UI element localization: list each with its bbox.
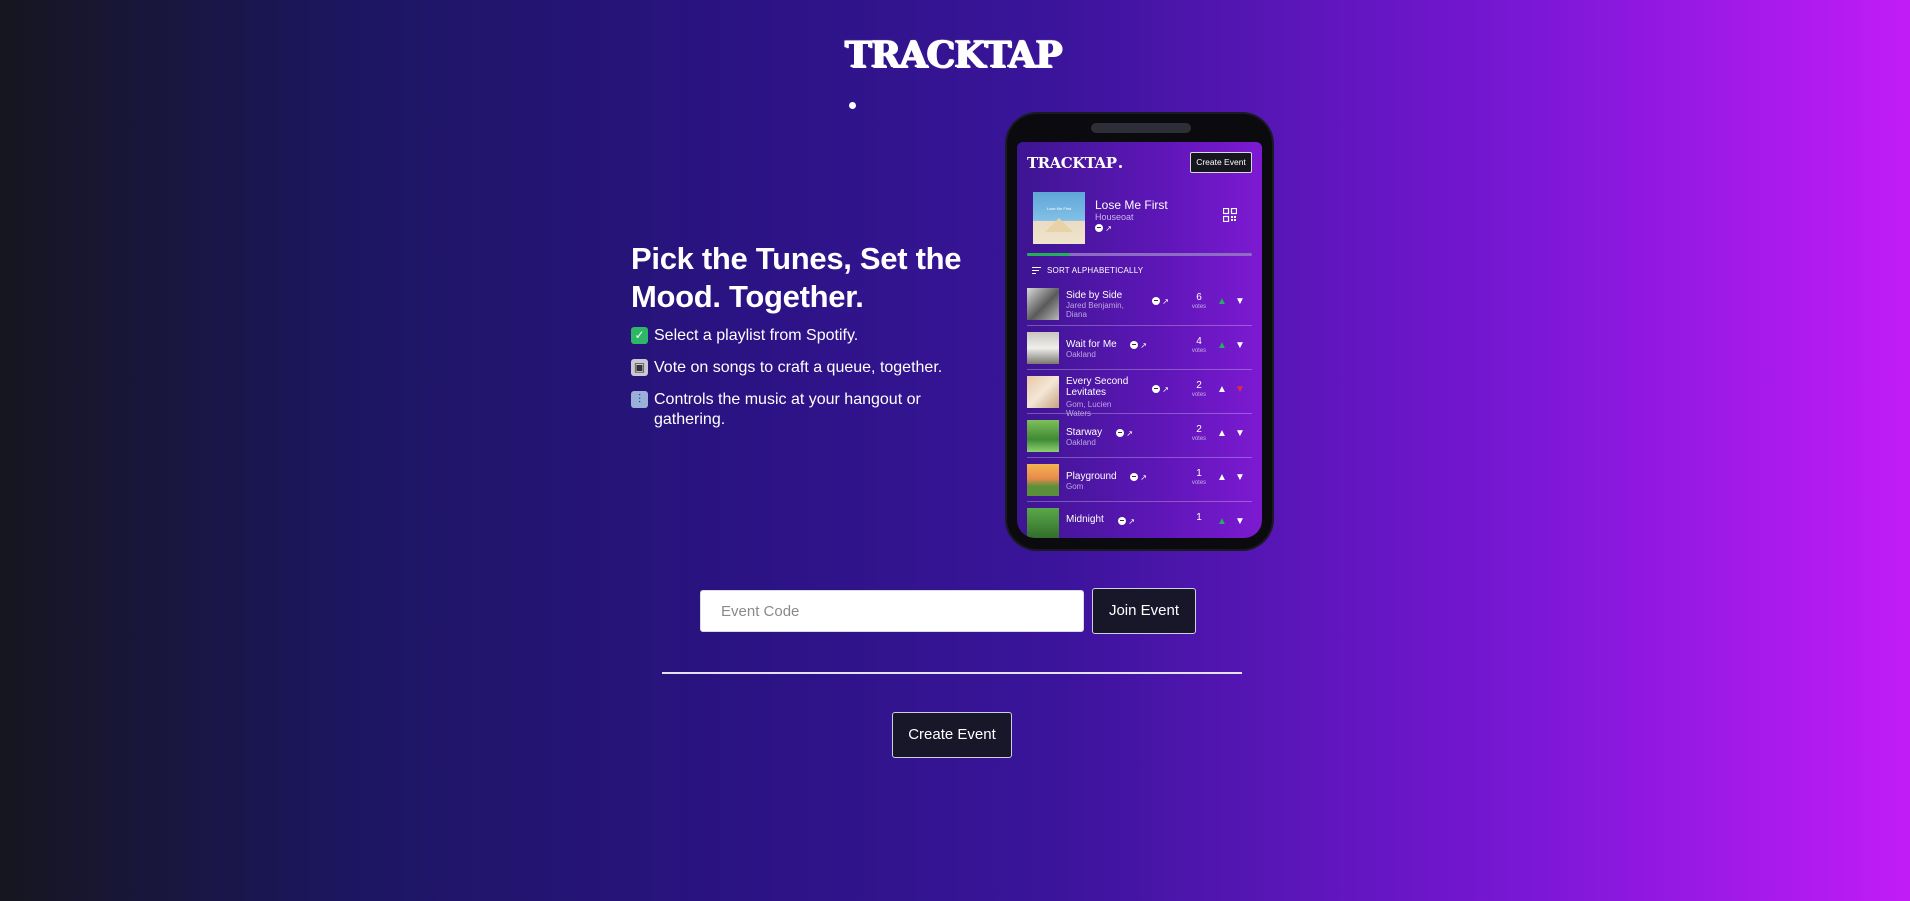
control-knobs-emoji-icon: ⫶ — [631, 391, 648, 408]
track-thumbnail — [1027, 332, 1059, 364]
track-thumbnail — [1027, 464, 1059, 496]
track-artist: Oakland — [1066, 438, 1096, 447]
phone-screen: TRACKTAP Create Event Lose Me First Lose… — [1017, 142, 1262, 538]
track-row: Starway Oakland ↗ 2 votes ▲ ▼ — [1027, 414, 1252, 458]
event-code-input[interactable] — [700, 590, 1084, 632]
thumbs-down-icon[interactable]: ▼ — [1235, 516, 1245, 527]
vote-count: 4 votes — [1191, 336, 1207, 354]
now-playing-card: Lose Me First Lose Me First Houseoat ↗ — [1017, 184, 1262, 252]
join-event-button[interactable]: Join Event — [1092, 588, 1196, 634]
tracktap-logo: TRACKTAP — [845, 34, 1065, 109]
vote-count: 1 votes — [1191, 468, 1207, 486]
track-row: Midnight ↗ 1 ▲ ▼ — [1027, 502, 1252, 538]
feature-text: Vote on songs to craft a queue, together… — [654, 359, 943, 376]
spotify-link[interactable]: ↗ — [1152, 297, 1169, 306]
spotify-icon — [1095, 224, 1103, 232]
album-art: Lose Me First — [1033, 192, 1085, 244]
thumbs-up-icon[interactable]: ▲ — [1217, 516, 1227, 527]
phone-notch — [1091, 123, 1191, 133]
thumbs-up-icon[interactable]: ▲ — [1217, 384, 1227, 395]
track-row: Side by Side Jared Benjamin, Diana ↗ 6 vo… — [1027, 282, 1252, 326]
track-artist: Jared Benjamin, Diana — [1066, 301, 1124, 319]
spotify-link[interactable]: ↗ — [1095, 224, 1112, 233]
feature-spotify: ✓ Select a playlist from Spotify. — [631, 326, 971, 346]
phone-mockup: TRACKTAP Create Event Lose Me First Lose… — [1007, 114, 1272, 549]
feature-text: Select a playlist from Spotify. — [654, 327, 859, 344]
track-row: Wait for Me Oakland ↗ 4 votes ▲ ▼ — [1027, 326, 1252, 370]
thumbs-down-icon[interactable]: ▼ — [1235, 384, 1245, 395]
track-row: Every Second Levitates Gom, Lucien Water… — [1027, 370, 1252, 418]
hero-section: Pick the Tunes, Set the Mood. Together. … — [631, 240, 971, 430]
track-thumbnail — [1027, 376, 1059, 408]
thumbs-up-icon[interactable]: ▲ — [1217, 296, 1227, 307]
thumbs-down-icon[interactable]: ▼ — [1235, 296, 1245, 307]
track-row: Playground Gom ↗ 1 votes ▲ ▼ — [1027, 458, 1252, 502]
app-create-event-button[interactable]: Create Event — [1190, 152, 1252, 173]
track-list: Side by Side Jared Benjamin, Diana ↗ 6 vo… — [1027, 282, 1252, 538]
spotify-link[interactable]: ↗ — [1152, 385, 1169, 394]
sort-button[interactable]: SORT ALPHABETICALLY — [1032, 266, 1143, 275]
spotify-link[interactable]: ↗ — [1130, 473, 1147, 482]
hero-headline: Pick the Tunes, Set the Mood. Together. — [631, 241, 962, 314]
playback-progress-fill — [1027, 253, 1070, 256]
track-thumbnail — [1027, 420, 1059, 452]
thumbs-down-icon[interactable]: ▼ — [1235, 428, 1245, 439]
track-title: Starway — [1066, 427, 1103, 438]
vote-count: 6 votes — [1191, 292, 1207, 310]
spotify-link[interactable]: ↗ — [1116, 429, 1133, 438]
vote-count: 1 — [1196, 512, 1202, 523]
ballot-box-emoji-icon: ▣ — [631, 359, 648, 376]
spotify-link[interactable]: ↗ — [1130, 341, 1147, 350]
qr-code-icon[interactable] — [1223, 208, 1237, 222]
create-event-button[interactable]: Create Event — [892, 712, 1012, 758]
divider — [662, 672, 1242, 674]
playback-progress — [1027, 253, 1252, 256]
spotify-link[interactable]: ↗ — [1118, 517, 1135, 526]
track-title: Wait for Me — [1066, 339, 1117, 350]
feature-text: Controls the music at your hangout or ga… — [654, 391, 921, 428]
track-artist: Gom — [1066, 482, 1084, 491]
track-thumbnail — [1027, 508, 1059, 538]
track-thumbnail — [1027, 288, 1059, 320]
now-playing-title: Lose Me First — [1095, 198, 1168, 212]
check-emoji-icon: ✓ — [631, 327, 648, 344]
vote-count: 2 votes — [1191, 424, 1207, 442]
app-logo: TRACKTAP — [1027, 154, 1122, 172]
thumbs-down-icon[interactable]: ▼ — [1235, 472, 1245, 483]
thumbs-up-icon[interactable]: ▲ — [1217, 340, 1227, 351]
thumbs-up-icon[interactable]: ▲ — [1217, 472, 1227, 483]
thumbs-down-icon[interactable]: ▼ — [1235, 340, 1245, 351]
sort-icon — [1032, 267, 1041, 274]
now-playing-artist: Houseoat — [1095, 212, 1134, 222]
track-title: Playground — [1066, 471, 1117, 482]
external-link-icon: ↗ — [1105, 224, 1112, 233]
thumbs-up-icon[interactable]: ▲ — [1217, 428, 1227, 439]
app-header: TRACKTAP Create Event — [1017, 142, 1262, 184]
track-title: Midnight — [1066, 514, 1104, 525]
track-artist: Oakland — [1066, 350, 1096, 359]
vote-count: 2 votes — [1191, 380, 1207, 398]
feature-vote: ▣ Vote on songs to craft a queue, togeth… — [631, 358, 971, 378]
feature-control: ⫶ Controls the music at your hangout or … — [631, 390, 971, 430]
track-title: Side by Side — [1066, 290, 1123, 301]
track-title: Every Second Levitates — [1066, 376, 1129, 398]
sort-label: SORT ALPHABETICALLY — [1047, 266, 1144, 275]
